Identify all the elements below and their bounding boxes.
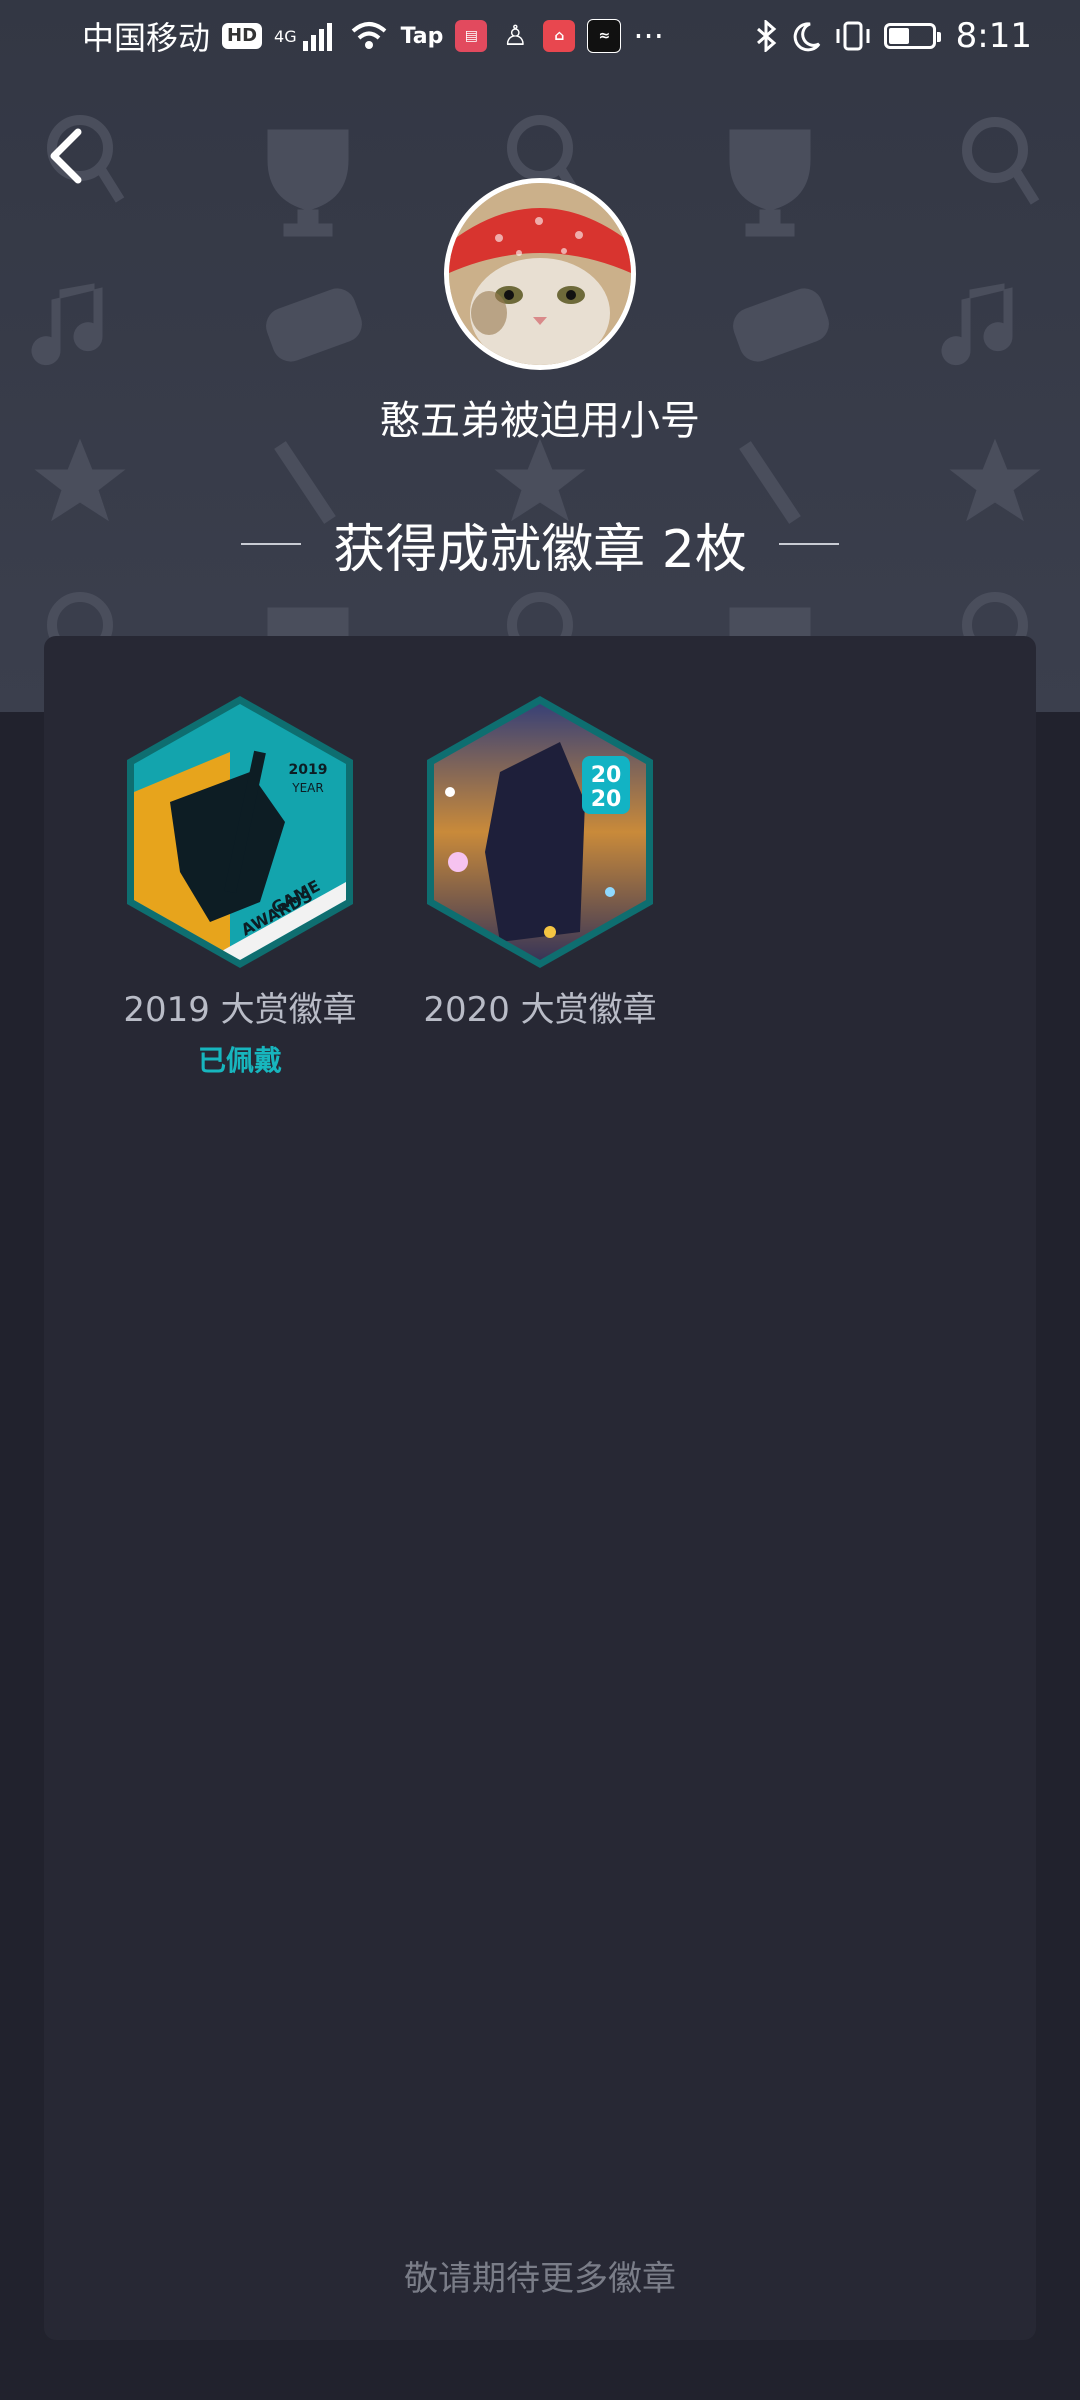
bluetooth-icon xyxy=(756,20,776,52)
badge-item-2019[interactable]: 2019 YEAR GAME AWARDS 2019 大赏徽章 已佩戴 xyxy=(110,692,370,1079)
badge-count-title: 获得成就徽章 2枚 xyxy=(333,519,747,580)
more-notifications-icon: ··· xyxy=(633,17,664,55)
cat-avatar-image xyxy=(449,183,631,365)
network-type-label: 4G xyxy=(274,26,297,46)
badge-2019-art-year-label: YEAR xyxy=(291,781,323,795)
signal-icon xyxy=(302,23,332,51)
avatar[interactable] xyxy=(444,178,636,370)
huawei-store-icon: ⌂ xyxy=(543,20,576,52)
badge-2019-worn-status: 已佩戴 xyxy=(197,1044,282,1077)
badge-2020-icon: 20 20 xyxy=(427,696,653,968)
carrier-label: 中国移动 xyxy=(82,19,211,57)
badge-card: 2019 YEAR GAME AWARDS 2019 大赏徽章 已佩戴 20 2… xyxy=(44,636,1036,2340)
reader-app-icon: ▤ xyxy=(455,20,488,52)
status-bar-right: 8:11 xyxy=(754,16,1032,56)
divider-left xyxy=(241,543,302,545)
badge-item-2020[interactable]: 20 20 2020 大赏徽章 xyxy=(410,692,670,1031)
back-button[interactable] xyxy=(36,118,96,194)
capcut-app-icon: ≈ xyxy=(587,19,622,53)
clock: 8:11 xyxy=(955,16,1032,56)
tap-app-icon: Tap xyxy=(400,23,444,49)
badge-2020-art-top: 20 xyxy=(591,763,622,788)
qq-app-icon: ♙ xyxy=(502,19,528,52)
wifi-icon xyxy=(351,22,386,49)
badge-2020-art-bottom: 20 xyxy=(591,787,622,812)
status-bar: 中国移动 HD 4G Tap ▤ ♙ ⌂ ≈ ··· 8:11 xyxy=(0,0,1080,72)
status-bar-left: 中国移动 HD 4G Tap ▤ ♙ ⌂ ≈ ··· xyxy=(82,13,664,59)
back-arrow-icon xyxy=(50,128,82,184)
divider-right xyxy=(778,543,839,545)
battery-icon xyxy=(883,23,941,49)
more-badges-note: 敬请期待更多徽章 xyxy=(404,2259,676,2299)
badge-2019-art-year: 2019 xyxy=(289,762,328,778)
vibrate-icon xyxy=(836,21,870,51)
badge-2019-icon: 2019 YEAR GAME AWARDS xyxy=(127,696,353,968)
badge-count-header: 获得成就徽章 2枚 xyxy=(0,510,1080,580)
hd-badge: HD xyxy=(222,23,263,49)
badge-2019-name: 2019 大赏徽章 xyxy=(123,990,357,1030)
username: 憨五弟被迫用小号 xyxy=(380,398,700,444)
badge-2020-name: 2020 大赏徽章 xyxy=(423,990,657,1030)
moon-icon xyxy=(793,22,820,52)
